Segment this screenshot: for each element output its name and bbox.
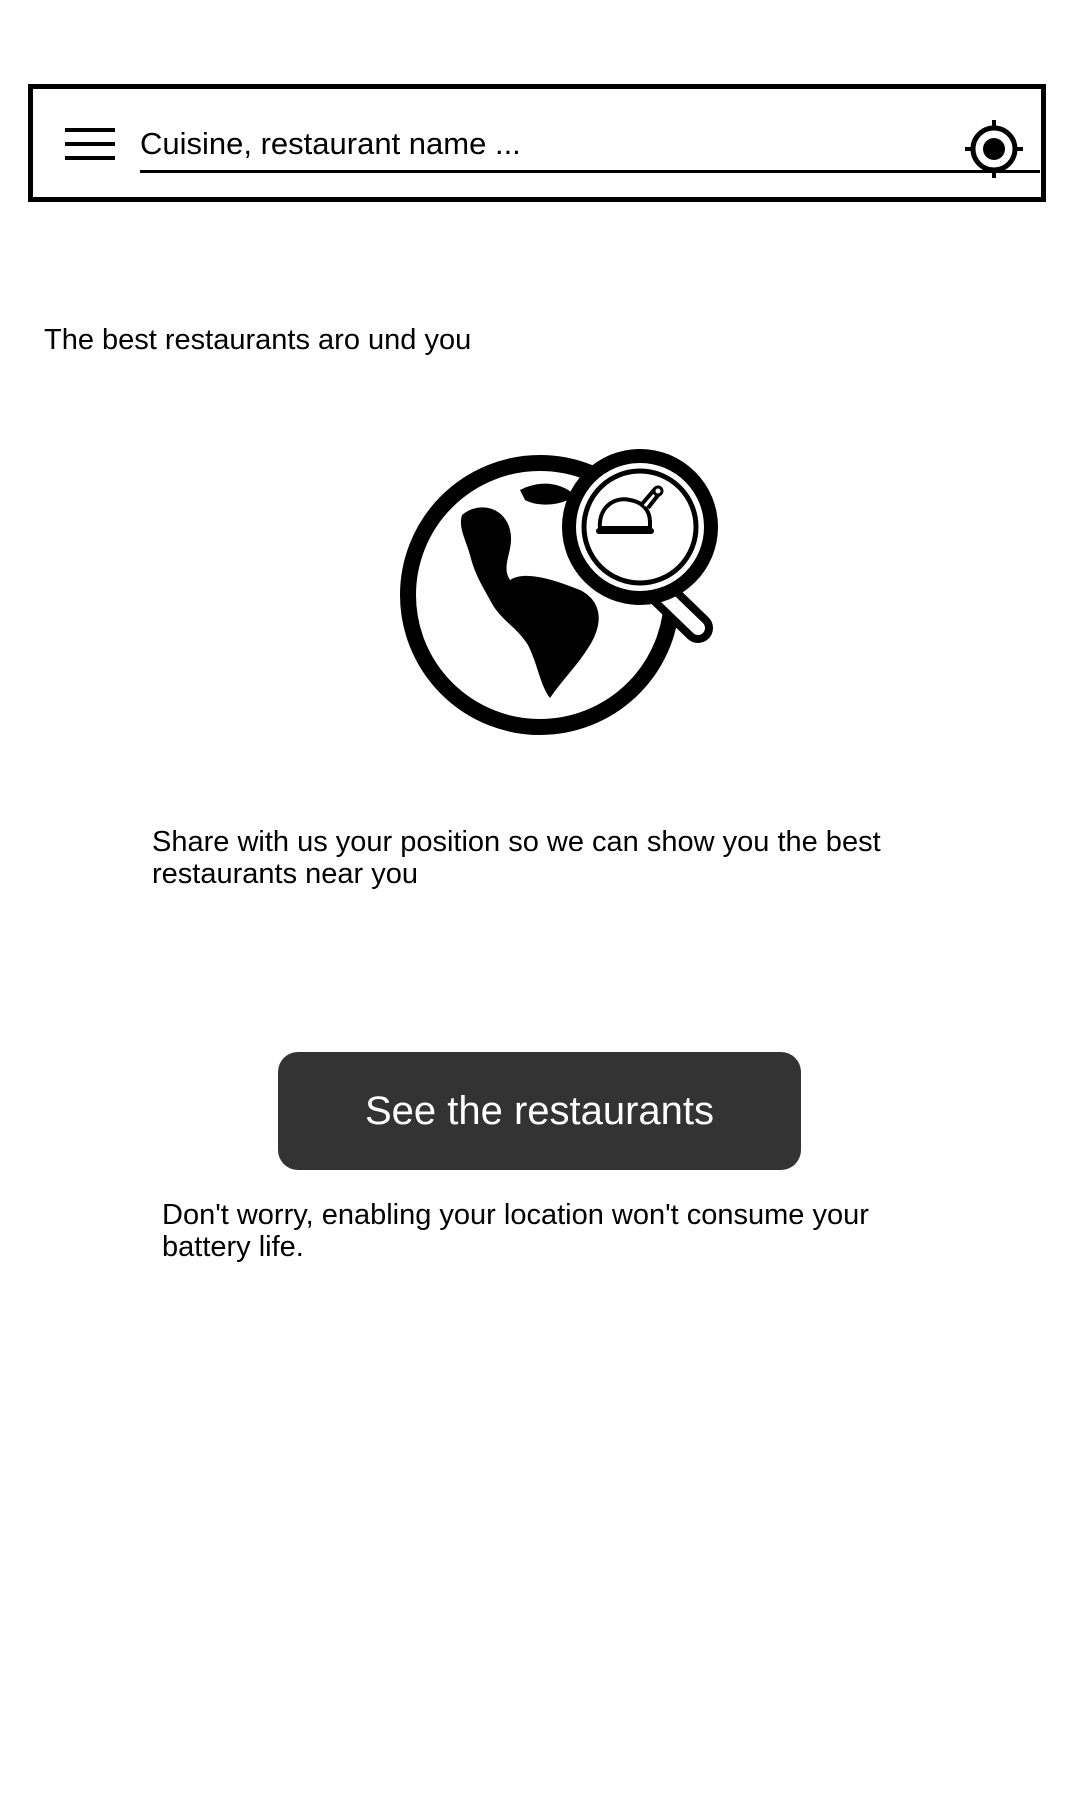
search-input[interactable]	[140, 117, 1040, 173]
page-headline: The best restaurants aro und you	[44, 324, 472, 356]
menu-icon[interactable]	[65, 127, 115, 161]
search-bar	[28, 84, 1046, 202]
location-explanation: Share with us your position so we can sh…	[152, 826, 881, 890]
battery-note: Don't worry, enabling your location won'…	[162, 1199, 869, 1263]
globe-search-illustration	[400, 449, 718, 735]
crosshair-location-icon[interactable]	[965, 120, 1023, 178]
see-restaurants-button[interactable]: See the restaurants	[278, 1052, 801, 1170]
